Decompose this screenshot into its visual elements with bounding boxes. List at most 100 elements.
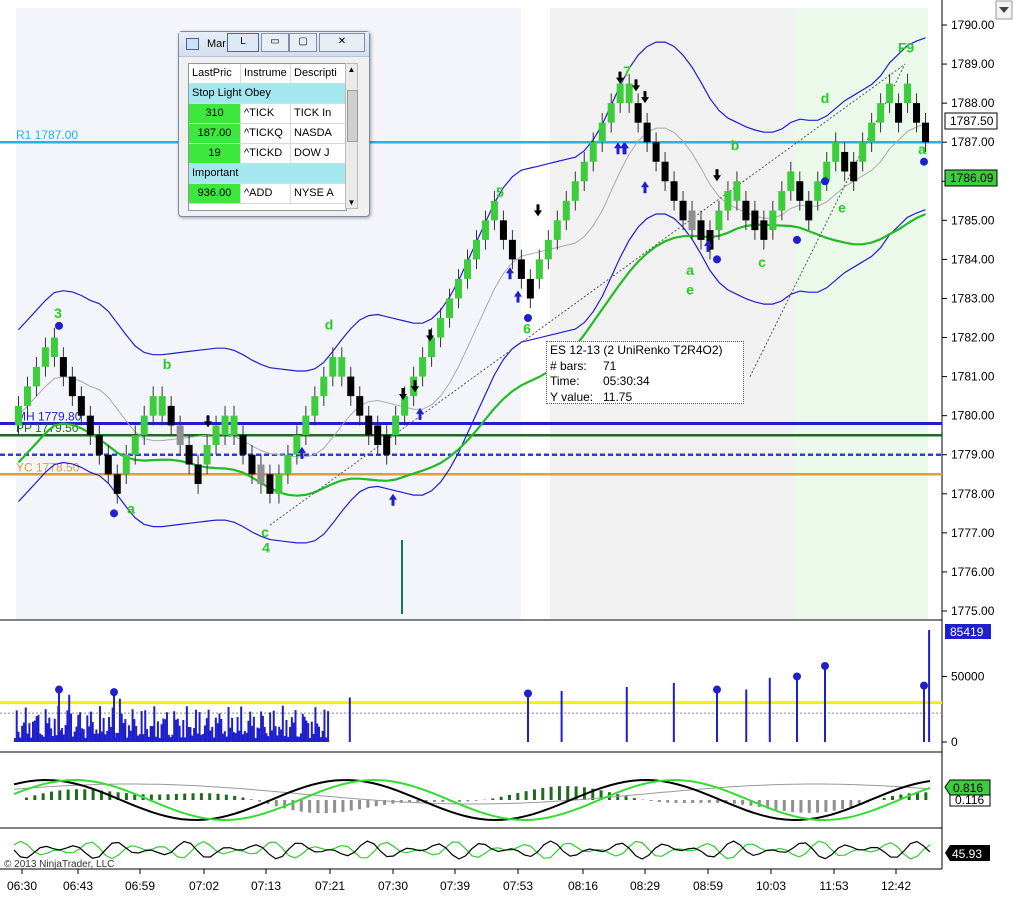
y-tick-label: 1787.00: [951, 135, 995, 149]
data-box-row: Time: 05:30:34: [550, 374, 650, 388]
group-row[interactable]: Important: [189, 164, 346, 184]
volume-dot: [524, 689, 532, 698]
x-tick-label: 06:30: [7, 879, 37, 893]
renko-brick: [419, 357, 427, 377]
swing-label: c: [758, 254, 766, 270]
group-row[interactable]: Stop Light Obey: [189, 84, 346, 104]
last-price-cell: 187.00: [189, 124, 241, 143]
renko-brick: [455, 278, 463, 299]
renko-brick: [32, 366, 40, 387]
copyright-text: © 2013 NinjaTrader, LLC: [4, 859, 114, 870]
renko-brick: [517, 259, 525, 279]
renko-brick: [239, 435, 247, 455]
swing-label: b: [163, 356, 172, 372]
swing-label: b: [731, 137, 740, 153]
renko-brick: [679, 200, 687, 221]
ema-value-label: 1786.09: [950, 171, 994, 185]
column-header-description[interactable]: Descripti: [291, 64, 346, 83]
last-price-cell: 19: [189, 144, 241, 163]
y-tick-label: 1777.00: [951, 526, 995, 540]
crosshair-data-box: ES 12-13 (2 UniRenko T2R4O2) # bars: 71 T…: [546, 341, 744, 404]
renko-brick: [320, 376, 328, 397]
swing-label: F9: [898, 39, 915, 55]
signal-dot: [920, 157, 928, 166]
close-button[interactable]: ✕: [319, 33, 365, 52]
renko-brick: [733, 181, 741, 201]
renko-brick: [185, 444, 193, 465]
scroll-up-icon[interactable]: ▲: [346, 65, 357, 74]
renko-brick: [392, 415, 400, 436]
volume-dot: [110, 688, 118, 697]
renko-brick: [356, 396, 364, 416]
renko-brick: [59, 357, 67, 377]
renko-brick: [149, 396, 157, 416]
renko-brick: [832, 142, 840, 162]
x-tick-label: 07:39: [440, 879, 470, 893]
table-row[interactable]: 187.00 ^TICKQ NASDA: [189, 124, 346, 144]
renko-brick: [50, 337, 58, 358]
chart-scroll-button[interactable]: [995, 0, 1013, 20]
volume-dot: [821, 661, 829, 670]
x-tick-label: 12:42: [881, 879, 911, 893]
column-header-lastprice[interactable]: LastPric: [189, 64, 241, 83]
renko-brick: [796, 181, 804, 201]
renko-brick: [697, 220, 705, 240]
scroll-thumb[interactable]: [347, 90, 358, 142]
x-tick-label: 06:59: [125, 879, 155, 893]
table-row[interactable]: 310 ^TICK TICK In: [189, 104, 346, 124]
scroll-down-icon[interactable]: ▼: [346, 198, 357, 207]
description-cell: DOW J: [291, 144, 346, 163]
renko-brick: [464, 259, 472, 279]
current-price-tag: 1787.50: [944, 112, 998, 130]
market-analyzer-window[interactable]: Mar L ▭ ▢ ✕ LastPric Instrume Descripti …: [178, 31, 370, 217]
renko-brick: [643, 122, 651, 143]
x-tick-label: 08:59: [693, 879, 723, 893]
renko-brick: [338, 357, 346, 377]
x-tick-label: 08:16: [568, 879, 598, 893]
maximize-button[interactable]: ▢: [289, 33, 317, 52]
swing-label: a: [127, 500, 135, 516]
window-title-bar[interactable]: Mar L ▭ ▢ ✕: [179, 32, 369, 57]
renko-brick: [652, 142, 660, 162]
minimize-button[interactable]: ▭: [261, 33, 289, 52]
renko-brick: [86, 415, 94, 436]
description-cell: TICK In: [291, 104, 346, 123]
renko-brick: [41, 347, 49, 367]
renko-brick: [14, 405, 22, 426]
signal-dot: [713, 255, 721, 264]
renko-brick: [868, 122, 876, 143]
renko-brick: [670, 181, 678, 201]
renko-brick: [230, 415, 238, 436]
renko-brick: [490, 200, 498, 221]
instrument-cell: ^TICK: [241, 104, 291, 123]
renko-brick: [526, 278, 534, 299]
link-button[interactable]: L: [227, 33, 259, 52]
rsi-last-label: 45.93: [952, 847, 982, 861]
x-tick-label: 07:53: [503, 879, 533, 893]
renko-brick: [77, 396, 85, 416]
y-tick-label: 1779.00: [951, 448, 995, 462]
table-row[interactable]: 936.00 ^ADD NYSE A: [189, 184, 346, 204]
renko-brick: [895, 103, 903, 123]
grid-scrollbar[interactable]: ▲ ▼: [345, 63, 358, 209]
swing-label: 3: [54, 305, 62, 321]
signal-dot: [55, 321, 63, 330]
y-tick-label: 1781.00: [951, 370, 995, 384]
renko-brick: [266, 474, 274, 494]
level-label: PP 1779.50: [16, 421, 79, 435]
renko-brick: [751, 210, 759, 231]
table-row[interactable]: 19 ^TICKD DOW J: [189, 144, 346, 164]
price-chart[interactable]: R1 1787.00MH 1779.80PP 1779.50YC 1778.50…: [0, 0, 1013, 899]
renko-brick: [472, 239, 480, 260]
renko-brick: [248, 454, 256, 475]
swing-label: a: [918, 141, 926, 157]
level-label: R1 1787.00: [16, 128, 78, 142]
renko-brick: [131, 435, 139, 455]
column-header-instrument[interactable]: Instrume: [241, 64, 291, 83]
renko-brick: [562, 200, 570, 221]
instrument-grid[interactable]: LastPric Instrume Descripti Stop Light O…: [188, 63, 347, 211]
renko-brick: [257, 464, 265, 485]
renko-brick: [437, 318, 445, 338]
renko-brick: [544, 239, 552, 260]
instrument-cell: ^TICKQ: [241, 124, 291, 143]
